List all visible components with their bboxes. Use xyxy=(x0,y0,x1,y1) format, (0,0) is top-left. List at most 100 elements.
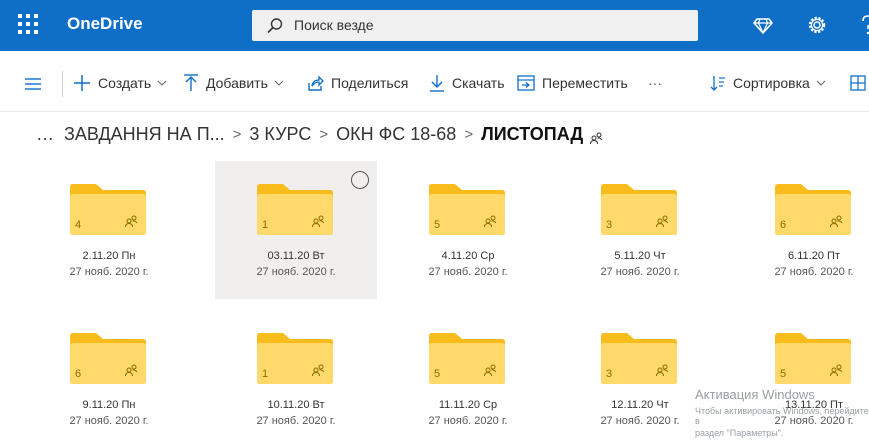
search-box[interactable]: Поиск везде xyxy=(252,10,698,41)
item-count: 5 xyxy=(434,219,441,231)
folder-date: 27 нояб. 2020 г. xyxy=(600,266,680,278)
item-count: 3 xyxy=(606,219,613,231)
folder-icon xyxy=(429,333,505,384)
folder-icon xyxy=(257,333,333,384)
item-count: 1 xyxy=(262,219,269,231)
item-count: 5 xyxy=(434,368,441,380)
folder-icon xyxy=(601,184,677,235)
share-label: Поделиться xyxy=(331,75,409,91)
folder-name[interactable]: 03.11.20 Вт xyxy=(215,250,377,262)
folder-date: 27 нояб. 2020 г. xyxy=(774,266,854,278)
select-checkbox[interactable] xyxy=(351,171,369,189)
premium-diamond-icon[interactable] xyxy=(752,14,774,36)
top-bar: OneDrive Поиск везде xyxy=(0,0,869,51)
folder-icon xyxy=(257,184,333,235)
folder-name[interactable]: 2.11.20 Пн xyxy=(28,250,190,262)
hamburger-menu-icon[interactable] xyxy=(25,78,41,90)
sort-button[interactable]: Сортировка xyxy=(710,73,826,93)
folder-icon xyxy=(70,184,146,235)
folder-name[interactable]: 6.11.20 Пт xyxy=(733,250,869,262)
item-count: 6 xyxy=(780,219,787,231)
chevron-down-icon xyxy=(816,80,826,86)
sort-label: Сортировка xyxy=(733,75,810,91)
folder-name[interactable]: 5.11.20 Чт xyxy=(559,250,721,262)
folder-date: 27 нояб. 2020 г. xyxy=(69,415,149,427)
breadcrumb-separator-icon: > xyxy=(232,125,242,143)
folder-name[interactable]: 4.11.20 Ср xyxy=(387,250,549,262)
folder-date: 27 нояб. 2020 г. xyxy=(428,266,508,278)
app-launcher-icon[interactable] xyxy=(18,14,38,34)
search-placeholder: Поиск везде xyxy=(294,17,374,33)
shared-people-icon xyxy=(312,364,325,376)
breadcrumb-separator-icon: > xyxy=(464,125,474,143)
shared-people-icon xyxy=(125,215,138,227)
folder-icon xyxy=(775,184,851,235)
help-icon[interactable] xyxy=(857,14,869,36)
shared-people-icon xyxy=(590,132,603,144)
chevron-down-icon xyxy=(274,80,284,86)
download-icon xyxy=(430,75,444,92)
folder-tile[interactable]: 6 6.11.20 Пт 27 нояб. 2020 г. xyxy=(733,161,869,299)
move-icon xyxy=(517,75,535,91)
item-count: 1 xyxy=(262,368,269,380)
sort-icon xyxy=(710,76,725,91)
folder-name[interactable]: 9.11.20 Пн xyxy=(28,399,190,411)
folder-tile[interactable]: 5 11.11.20 Ср 27 нояб. 2020 г. xyxy=(387,310,549,448)
activation-watermark: Активация Windows Чтобы активировать Win… xyxy=(695,387,869,438)
breadcrumb-item[interactable]: ЗАВДАННЯ НА П... xyxy=(64,124,225,145)
shared-people-icon xyxy=(830,215,843,227)
folder-tile[interactable]: 1 10.11.20 Вт 27 нояб. 2020 г. xyxy=(215,310,377,448)
folder-tile[interactable]: 3 5.11.20 Чт 27 нояб. 2020 г. xyxy=(559,161,721,299)
move-button[interactable]: Переместить xyxy=(517,73,628,93)
command-bar: Создать Добавить Поделиться Скачать Пере… xyxy=(0,51,869,112)
plus-icon xyxy=(74,75,90,91)
item-count: 6 xyxy=(75,368,82,380)
app-title[interactable]: OneDrive xyxy=(67,14,143,34)
breadcrumb: … ЗАВДАННЯ НА П... > 3 КУРС > ОКН ФС 18-… xyxy=(36,121,603,147)
shared-people-icon xyxy=(656,215,669,227)
folder-date: 27 нояб. 2020 г. xyxy=(69,266,149,278)
upload-button[interactable]: Добавить xyxy=(183,73,284,93)
folder-icon xyxy=(601,333,677,384)
folder-tile[interactable]: 1 03.11.20 Вт 27 нояб. 2020 г. xyxy=(215,161,377,299)
breadcrumb-ellipsis[interactable]: … xyxy=(36,124,54,145)
upload-label: Добавить xyxy=(206,75,268,91)
shared-people-icon xyxy=(484,364,497,376)
folder-icon xyxy=(70,333,146,384)
view-tiles-icon[interactable] xyxy=(850,75,866,91)
folder-date: 27 нояб. 2020 г. xyxy=(428,415,508,427)
watermark-line: раздел "Параметры". xyxy=(695,428,784,438)
divider xyxy=(62,71,63,97)
watermark-line: Чтобы активировать Windows, перейдите в xyxy=(695,406,869,426)
folder-tile[interactable]: 4 2.11.20 Пн 27 нояб. 2020 г. xyxy=(28,161,190,299)
item-count: 5 xyxy=(780,368,787,380)
item-count: 4 xyxy=(75,219,82,231)
shared-people-icon xyxy=(125,364,138,376)
breadcrumb-separator-icon: > xyxy=(319,125,329,143)
folder-date: 27 нояб. 2020 г. xyxy=(256,415,336,427)
search-icon xyxy=(267,18,283,34)
move-label: Переместить xyxy=(542,75,628,91)
upload-icon xyxy=(184,74,198,91)
shared-people-icon xyxy=(312,215,325,227)
folder-date: 27 нояб. 2020 г. xyxy=(256,266,336,278)
folder-name[interactable]: 11.11.20 Ср xyxy=(387,399,549,411)
breadcrumb-item[interactable]: ОКН ФС 18-68 xyxy=(336,124,456,145)
share-icon xyxy=(308,75,324,91)
breadcrumb-item[interactable]: 3 КУРС xyxy=(249,124,311,145)
shared-people-icon xyxy=(830,364,843,376)
folder-tile[interactable]: 6 9.11.20 Пн 27 нояб. 2020 г. xyxy=(28,310,190,448)
download-button[interactable]: Скачать xyxy=(429,73,505,93)
settings-gear-icon[interactable] xyxy=(806,14,828,36)
more-actions-button[interactable]: ··· xyxy=(648,73,662,93)
download-label: Скачать xyxy=(452,75,505,91)
shared-people-icon xyxy=(656,364,669,376)
folder-name[interactable]: 10.11.20 Вт xyxy=(215,399,377,411)
item-count: 3 xyxy=(606,368,613,380)
shared-people-icon xyxy=(484,215,497,227)
create-button[interactable]: Создать xyxy=(73,73,167,93)
breadcrumb-current: ЛИСТОПАД xyxy=(481,123,584,144)
share-button[interactable]: Поделиться xyxy=(306,73,408,93)
folder-tile[interactable]: 5 4.11.20 Ср 27 нояб. 2020 г. xyxy=(387,161,549,299)
chevron-down-icon xyxy=(157,80,167,86)
